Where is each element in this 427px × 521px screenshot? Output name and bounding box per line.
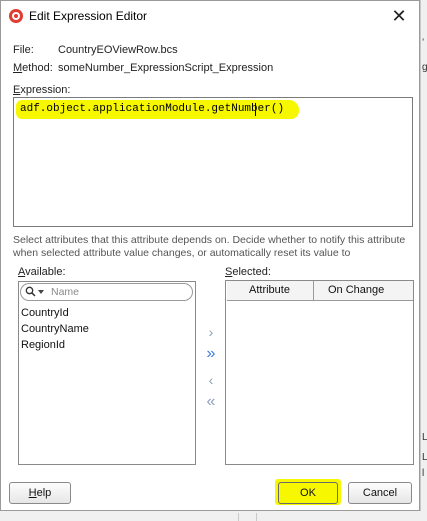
file-value: CountryEOViewRow.bcs xyxy=(58,44,178,56)
list-item[interactable]: CountryName xyxy=(21,323,89,335)
move-right-button[interactable]: › xyxy=(200,323,222,341)
column-header-on-change[interactable]: On Change xyxy=(328,284,384,296)
bg-char: ʼ xyxy=(422,38,425,49)
method-value: someNumber_ExpressionScript_Expression xyxy=(58,62,274,74)
cancel-button[interactable]: Cancel xyxy=(348,482,412,504)
selected-table[interactable] xyxy=(225,280,414,465)
bg-divider xyxy=(256,513,257,521)
available-search-input[interactable]: Name xyxy=(20,283,193,301)
expression-label: Expression: xyxy=(13,84,70,96)
bg-char: l xyxy=(422,468,425,479)
title-bar: Edit Expression Editor ✕ xyxy=(1,1,419,33)
dependency-description: Select attributes that this attribute de… xyxy=(13,234,406,259)
edit-expression-dialog: Edit Expression Editor ✕ File: CountryEO… xyxy=(0,0,420,511)
selected-label: Selected: xyxy=(225,266,271,278)
selected-table-header: Attribute On Change xyxy=(227,281,413,301)
bg-char: ɡ xyxy=(422,62,427,73)
oracle-app-icon xyxy=(9,9,23,23)
file-label: File: xyxy=(13,44,34,56)
selected-label-text: elected: xyxy=(232,266,271,278)
available-label-text: vailable: xyxy=(25,266,66,278)
search-icon xyxy=(25,286,36,297)
list-item[interactable]: CountryId xyxy=(21,307,69,319)
help-label: elp xyxy=(36,487,52,499)
available-label: Available: xyxy=(18,266,66,278)
column-divider xyxy=(313,281,314,300)
move-all-left-button[interactable]: « xyxy=(200,393,222,411)
mnemonic: H xyxy=(28,487,37,499)
list-item[interactable]: RegionId xyxy=(21,339,65,351)
move-left-button[interactable]: ‹ xyxy=(200,371,222,389)
mnemonic: M xyxy=(13,62,23,74)
help-button[interactable]: Help xyxy=(9,482,71,504)
close-icon[interactable]: ✕ xyxy=(387,5,411,29)
bg-char: L xyxy=(422,432,427,443)
ok-button[interactable]: OK xyxy=(278,482,338,504)
background-window-strip: ʼ ɡ L L l xyxy=(420,0,427,521)
expression-label-text: xpression: xyxy=(20,84,71,96)
move-all-right-button[interactable]: » xyxy=(200,345,222,363)
dialog-title: Edit Expression Editor xyxy=(29,9,148,23)
method-label: Method: xyxy=(13,62,53,74)
text-caret xyxy=(255,103,256,116)
bg-divider xyxy=(238,513,239,521)
column-header-attribute[interactable]: Attribute xyxy=(249,284,290,296)
background-window-bottom xyxy=(0,511,427,521)
expression-text: adf.object.applicationModule.getNumber() xyxy=(18,102,287,116)
search-placeholder: Name xyxy=(51,286,80,298)
expression-textarea[interactable]: adf.object.applicationModule.getNumber() xyxy=(13,97,413,227)
chevron-down-icon[interactable] xyxy=(38,290,44,294)
method-label-text: ethod: xyxy=(22,62,53,74)
bg-char: L xyxy=(422,452,427,463)
